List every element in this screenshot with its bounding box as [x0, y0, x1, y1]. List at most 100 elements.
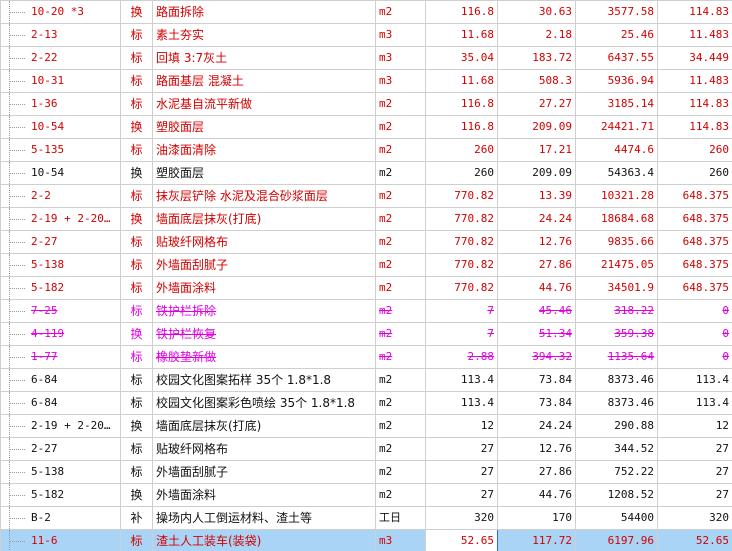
- row-code-cell[interactable]: 6-84: [0, 368, 121, 392]
- row-total-price-cell[interactable]: 1208.52: [575, 483, 658, 507]
- row-quantity-cell[interactable]: 2.88: [425, 345, 498, 369]
- row-unit-cell[interactable]: m3: [375, 69, 426, 93]
- row-name-cell[interactable]: 铁护栏拆除: [152, 299, 376, 323]
- row-unit-cell[interactable]: m2: [375, 92, 426, 116]
- row-name-cell[interactable]: 贴玻纤网格布: [152, 230, 376, 254]
- row-name-cell[interactable]: 橡胶垫新做: [152, 345, 376, 369]
- row-name-cell[interactable]: 渣土人工装车(装袋): [152, 529, 376, 551]
- row-unit-cell[interactable]: 工日: [375, 506, 426, 530]
- row-name-cell[interactable]: 塑胶面层: [152, 115, 376, 139]
- row-code-cell[interactable]: 5-182: [0, 483, 121, 507]
- row-unit-price-cell[interactable]: 45.46: [497, 299, 576, 323]
- row-name-cell[interactable]: 素土夯实: [152, 23, 376, 47]
- row-unit-price-cell[interactable]: 12.76: [497, 230, 576, 254]
- row-work-quantity-cell[interactable]: 260: [657, 138, 732, 162]
- row-quantity-cell[interactable]: 260: [425, 161, 498, 185]
- row-work-quantity-cell[interactable]: 11.483: [657, 69, 732, 93]
- row-unit-price-cell[interactable]: 24.24: [497, 207, 576, 231]
- table-row[interactable]: 10-54 换塑胶面层 m2 116.8 209.09 24421.71 114.83: [0, 115, 732, 139]
- row-unit-price-cell[interactable]: 12.76: [497, 437, 576, 461]
- row-work-quantity-cell[interactable]: 34.449: [657, 46, 732, 70]
- row-quantity-cell[interactable]: 116.8: [425, 0, 498, 24]
- row-quantity-cell[interactable]: 770.82: [425, 207, 498, 231]
- row-type-cell[interactable]: 换: [120, 414, 153, 438]
- table-row[interactable]: 11-6 标渣土人工装车(装袋) m3 52.65 117.72 6197.96 52.65: [0, 529, 732, 551]
- row-type-cell[interactable]: 补: [120, 506, 153, 530]
- row-work-quantity-cell[interactable]: 11.483: [657, 23, 732, 47]
- row-unit-price-cell[interactable]: 209.09: [497, 161, 576, 185]
- row-type-cell[interactable]: 标: [120, 529, 153, 551]
- row-work-quantity-cell[interactable]: 648.375: [657, 207, 732, 231]
- row-unit-price-cell[interactable]: 27.86: [497, 253, 576, 277]
- row-total-price-cell[interactable]: 344.52: [575, 437, 658, 461]
- table-row[interactable]: 2-22 标回填 3:7灰土 m3 35.04 183.72 6437.55 34.449: [0, 46, 732, 70]
- row-unit-cell[interactable]: m3: [375, 529, 426, 551]
- row-name-cell[interactable]: 操场内人工倒运材料、渣土等: [152, 506, 376, 530]
- row-type-cell[interactable]: 标: [120, 276, 153, 300]
- table-row[interactable]: 2-19 + 2-20… 换墙面底层抹灰(打底) m2 770.82 24.24 1868…: [0, 207, 732, 231]
- row-quantity-cell[interactable]: 770.82: [425, 184, 498, 208]
- table-row[interactable]: 6-84 标校园文化图案拓样 35个 1.8*1.8 m2 113.4 73.84 837…: [0, 368, 732, 392]
- table-row[interactable]: 1-36 标水泥基自流平新做 m2 116.8 27.27 3185.14 114.83: [0, 92, 732, 116]
- row-total-price-cell[interactable]: 54363.4: [575, 161, 658, 185]
- row-quantity-cell[interactable]: 320: [425, 506, 498, 530]
- row-name-cell[interactable]: 路面拆除: [152, 0, 376, 24]
- row-code-cell[interactable]: 5-182: [0, 276, 121, 300]
- row-work-quantity-cell[interactable]: 114.83: [657, 92, 732, 116]
- row-total-price-cell[interactable]: 290.88: [575, 414, 658, 438]
- row-quantity-cell[interactable]: 27: [425, 483, 498, 507]
- row-unit-price-cell[interactable]: 51.34: [497, 322, 576, 346]
- row-name-cell[interactable]: 外墙面刮腻子: [152, 460, 376, 484]
- row-unit-cell[interactable]: m2: [375, 138, 426, 162]
- row-name-cell[interactable]: 校园文化图案彩色喷绘 35个 1.8*1.8: [152, 391, 376, 415]
- table-row[interactable]: 2-27 标贴玻纤网格布 m2 770.82 12.76 9835.66 648.375: [0, 230, 732, 254]
- row-unit-price-cell[interactable]: 183.72: [497, 46, 576, 70]
- row-total-price-cell[interactable]: 6437.55: [575, 46, 658, 70]
- row-work-quantity-cell[interactable]: 0: [657, 299, 732, 323]
- table-row[interactable]: 2-13 标素土夯实 m3 11.68 2.18 25.46 11.483: [0, 23, 732, 47]
- row-type-cell[interactable]: 换: [120, 483, 153, 507]
- row-code-cell[interactable]: 7-25: [0, 299, 121, 323]
- row-code-cell[interactable]: 6-84: [0, 391, 121, 415]
- row-quantity-cell[interactable]: 7: [425, 322, 498, 346]
- row-unit-price-cell[interactable]: 394.32: [497, 345, 576, 369]
- row-type-cell[interactable]: 标: [120, 253, 153, 277]
- row-total-price-cell[interactable]: 34501.9: [575, 276, 658, 300]
- row-total-price-cell[interactable]: 21475.05: [575, 253, 658, 277]
- row-work-quantity-cell[interactable]: 27: [657, 460, 732, 484]
- row-code-cell[interactable]: 5-135: [0, 138, 121, 162]
- row-unit-cell[interactable]: m2: [375, 184, 426, 208]
- row-quantity-cell[interactable]: 260: [425, 138, 498, 162]
- row-code-cell[interactable]: 2-19 + 2-20…: [0, 414, 121, 438]
- row-work-quantity-cell[interactable]: 12: [657, 414, 732, 438]
- table-row[interactable]: 10-20 *3 换路面拆除 m2 116.8 30.63 3577.58 114.83: [0, 0, 732, 24]
- row-type-cell[interactable]: 换: [120, 115, 153, 139]
- row-code-cell[interactable]: 10-54: [0, 115, 121, 139]
- row-total-price-cell[interactable]: 752.22: [575, 460, 658, 484]
- row-unit-price-cell[interactable]: 30.63: [497, 0, 576, 24]
- row-type-cell[interactable]: 换: [120, 322, 153, 346]
- row-name-cell[interactable]: 路面基层 混凝土: [152, 69, 376, 93]
- row-code-cell[interactable]: 10-31: [0, 69, 121, 93]
- table-row[interactable]: 2-19 + 2-20… 换墙面底层抹灰(打底) m2 12 24.24 290.88 12: [0, 414, 732, 438]
- row-work-quantity-cell[interactable]: 648.375: [657, 230, 732, 254]
- row-quantity-cell[interactable]: 770.82: [425, 276, 498, 300]
- row-unit-price-cell[interactable]: 73.84: [497, 368, 576, 392]
- row-unit-cell[interactable]: m2: [375, 276, 426, 300]
- row-total-price-cell[interactable]: 25.46: [575, 23, 658, 47]
- row-unit-cell[interactable]: m2: [375, 345, 426, 369]
- row-unit-cell[interactable]: m2: [375, 230, 426, 254]
- row-quantity-cell[interactable]: 27: [425, 437, 498, 461]
- row-name-cell[interactable]: 油漆面清除: [152, 138, 376, 162]
- row-work-quantity-cell[interactable]: 0: [657, 345, 732, 369]
- row-type-cell[interactable]: 标: [120, 345, 153, 369]
- row-unit-cell[interactable]: m2: [375, 483, 426, 507]
- row-type-cell[interactable]: 标: [120, 460, 153, 484]
- row-name-cell[interactable]: 铁护栏恢复: [152, 322, 376, 346]
- row-unit-cell[interactable]: m2: [375, 460, 426, 484]
- row-work-quantity-cell[interactable]: 52.65: [657, 529, 732, 551]
- row-work-quantity-cell[interactable]: 27: [657, 437, 732, 461]
- row-name-cell[interactable]: 回填 3:7灰土: [152, 46, 376, 70]
- row-unit-price-cell[interactable]: 44.76: [497, 276, 576, 300]
- row-quantity-cell[interactable]: 35.04: [425, 46, 498, 70]
